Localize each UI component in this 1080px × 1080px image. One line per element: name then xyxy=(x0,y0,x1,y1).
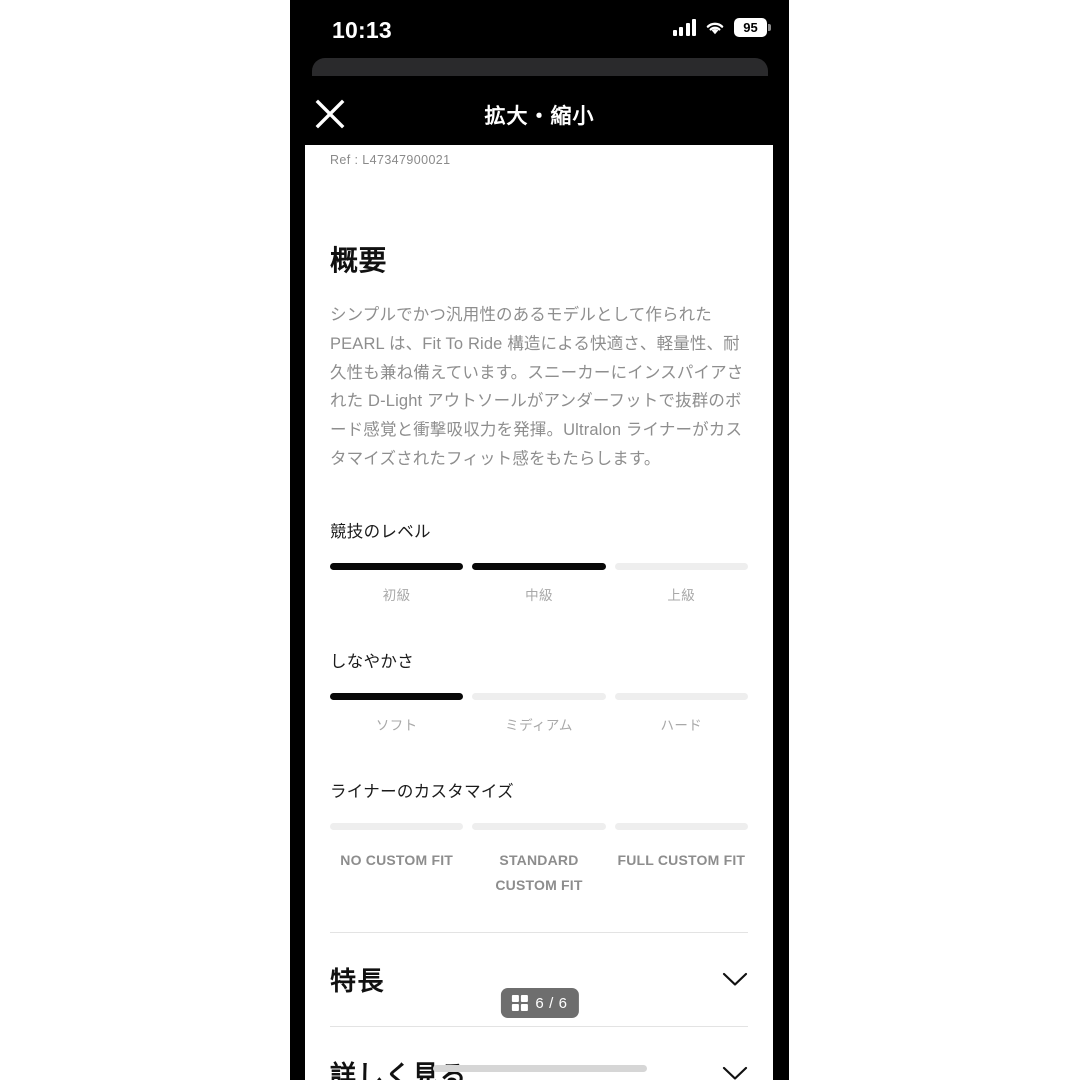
rating-group-skill-level: 競技のレベル 初級 中級 上級 xyxy=(330,518,748,608)
phone-frame: 10:13 95 拡大・縮小 Ref: L47347900021 概要 シンプ… xyxy=(290,0,789,1080)
rating-segment-label: STANDARD CUSTOM FIT xyxy=(495,851,583,893)
chevron-down-icon[interactable] xyxy=(722,972,748,987)
rating-segment-label: NO CUSTOM FIT xyxy=(340,851,454,868)
rating-segment: FULL CUSTOM FIT xyxy=(614,822,748,898)
rating-segment: STANDARD CUSTOM FIT xyxy=(472,822,606,898)
rating-bar-fill xyxy=(330,562,464,570)
page-indicator-badge[interactable]: 6 / 6 xyxy=(500,988,579,1018)
rating-bars: ソフト ミディアム ハード xyxy=(330,692,748,738)
rating-segment: 上級 xyxy=(614,562,748,608)
chevron-down-icon[interactable] xyxy=(722,1066,748,1080)
grid-icon xyxy=(511,995,528,1011)
rating-bar-empty xyxy=(614,692,748,700)
rating-segment-label: 中級 xyxy=(525,587,553,603)
rating-label: しなやかさ xyxy=(330,652,414,671)
accordion-title: 特長 xyxy=(330,965,386,996)
wifi-icon xyxy=(704,19,726,36)
modal-nav-bar: 拡大・縮小 xyxy=(290,82,789,145)
rating-segment-label: ミディアム xyxy=(505,717,573,733)
rating-segment: ハード xyxy=(614,692,748,738)
page-title: 概要 xyxy=(330,245,388,276)
status-bar-icons: 95 xyxy=(672,18,771,37)
overview-description: シンプルでかつ汎用性のあるモデルとして作られた PEARL は、Fit To R… xyxy=(330,306,744,468)
cellular-signal-icon xyxy=(672,19,696,36)
rating-segment-label: ハード xyxy=(660,717,703,733)
product-reference: Ref : L47347900021 xyxy=(330,153,451,167)
rating-segment: NO CUSTOM FIT xyxy=(330,822,464,898)
rating-bar-fill xyxy=(330,692,464,700)
rating-segment-label: 上級 xyxy=(667,587,696,603)
rating-segment: 初級 xyxy=(330,562,464,608)
screenshot-root: 10:13 95 拡大・縮小 Ref: L47347900021 概要 シンプ… xyxy=(0,0,1080,1080)
rating-segment-label: ソフト xyxy=(375,717,418,733)
page-indicator-text: 6 / 6 xyxy=(535,994,568,1012)
rating-label: ライナーのカスタマイズ xyxy=(330,782,514,801)
rating-bars: 初級 中級 上級 xyxy=(330,562,748,608)
rating-segment-label: 初級 xyxy=(382,587,411,603)
rating-label: 競技のレベル xyxy=(330,522,431,541)
rating-segment: 中級 xyxy=(472,562,606,608)
battery-icon: 95 xyxy=(734,18,771,37)
status-bar-time: 10:13 xyxy=(332,17,392,43)
rating-segment-label: FULL CUSTOM FIT xyxy=(617,851,746,868)
rating-bar-empty xyxy=(472,822,606,830)
rating-bar-empty xyxy=(330,822,464,830)
rating-bars: NO CUSTOM FIT STANDARD CUSTOM FIT FULL C… xyxy=(330,822,748,898)
rating-group-flex: しなやかさ ソフト ミディアム ハード xyxy=(330,648,748,738)
modal-title: 拡大・縮小 xyxy=(484,105,595,128)
rating-segment: ソフト xyxy=(330,692,464,738)
status-bar: 10:13 95 xyxy=(290,0,789,56)
card-inner: Ref : L47347900021 概要 シンプルでかつ汎用性のあるモデルとし… xyxy=(305,145,773,1080)
home-indicator xyxy=(432,1065,647,1072)
rating-bar-empty xyxy=(614,822,748,830)
rating-bar-empty xyxy=(614,562,748,570)
content-card[interactable]: Ref : L47347900021 概要 シンプルでかつ汎用性のあるモデルとし… xyxy=(305,145,773,1080)
rating-segment: ミディアム xyxy=(472,692,606,738)
rating-bar-empty xyxy=(472,692,606,700)
rating-bar-fill xyxy=(472,562,606,570)
sheet-stack-indicator xyxy=(312,58,768,76)
rating-group-liner-customization: ライナーのカスタマイズ NO CUSTOM FIT STANDARD CUSTO… xyxy=(330,778,748,898)
accordion-details[interactable]: 詳しく見る xyxy=(330,1027,748,1080)
battery-level: 95 xyxy=(743,20,758,35)
